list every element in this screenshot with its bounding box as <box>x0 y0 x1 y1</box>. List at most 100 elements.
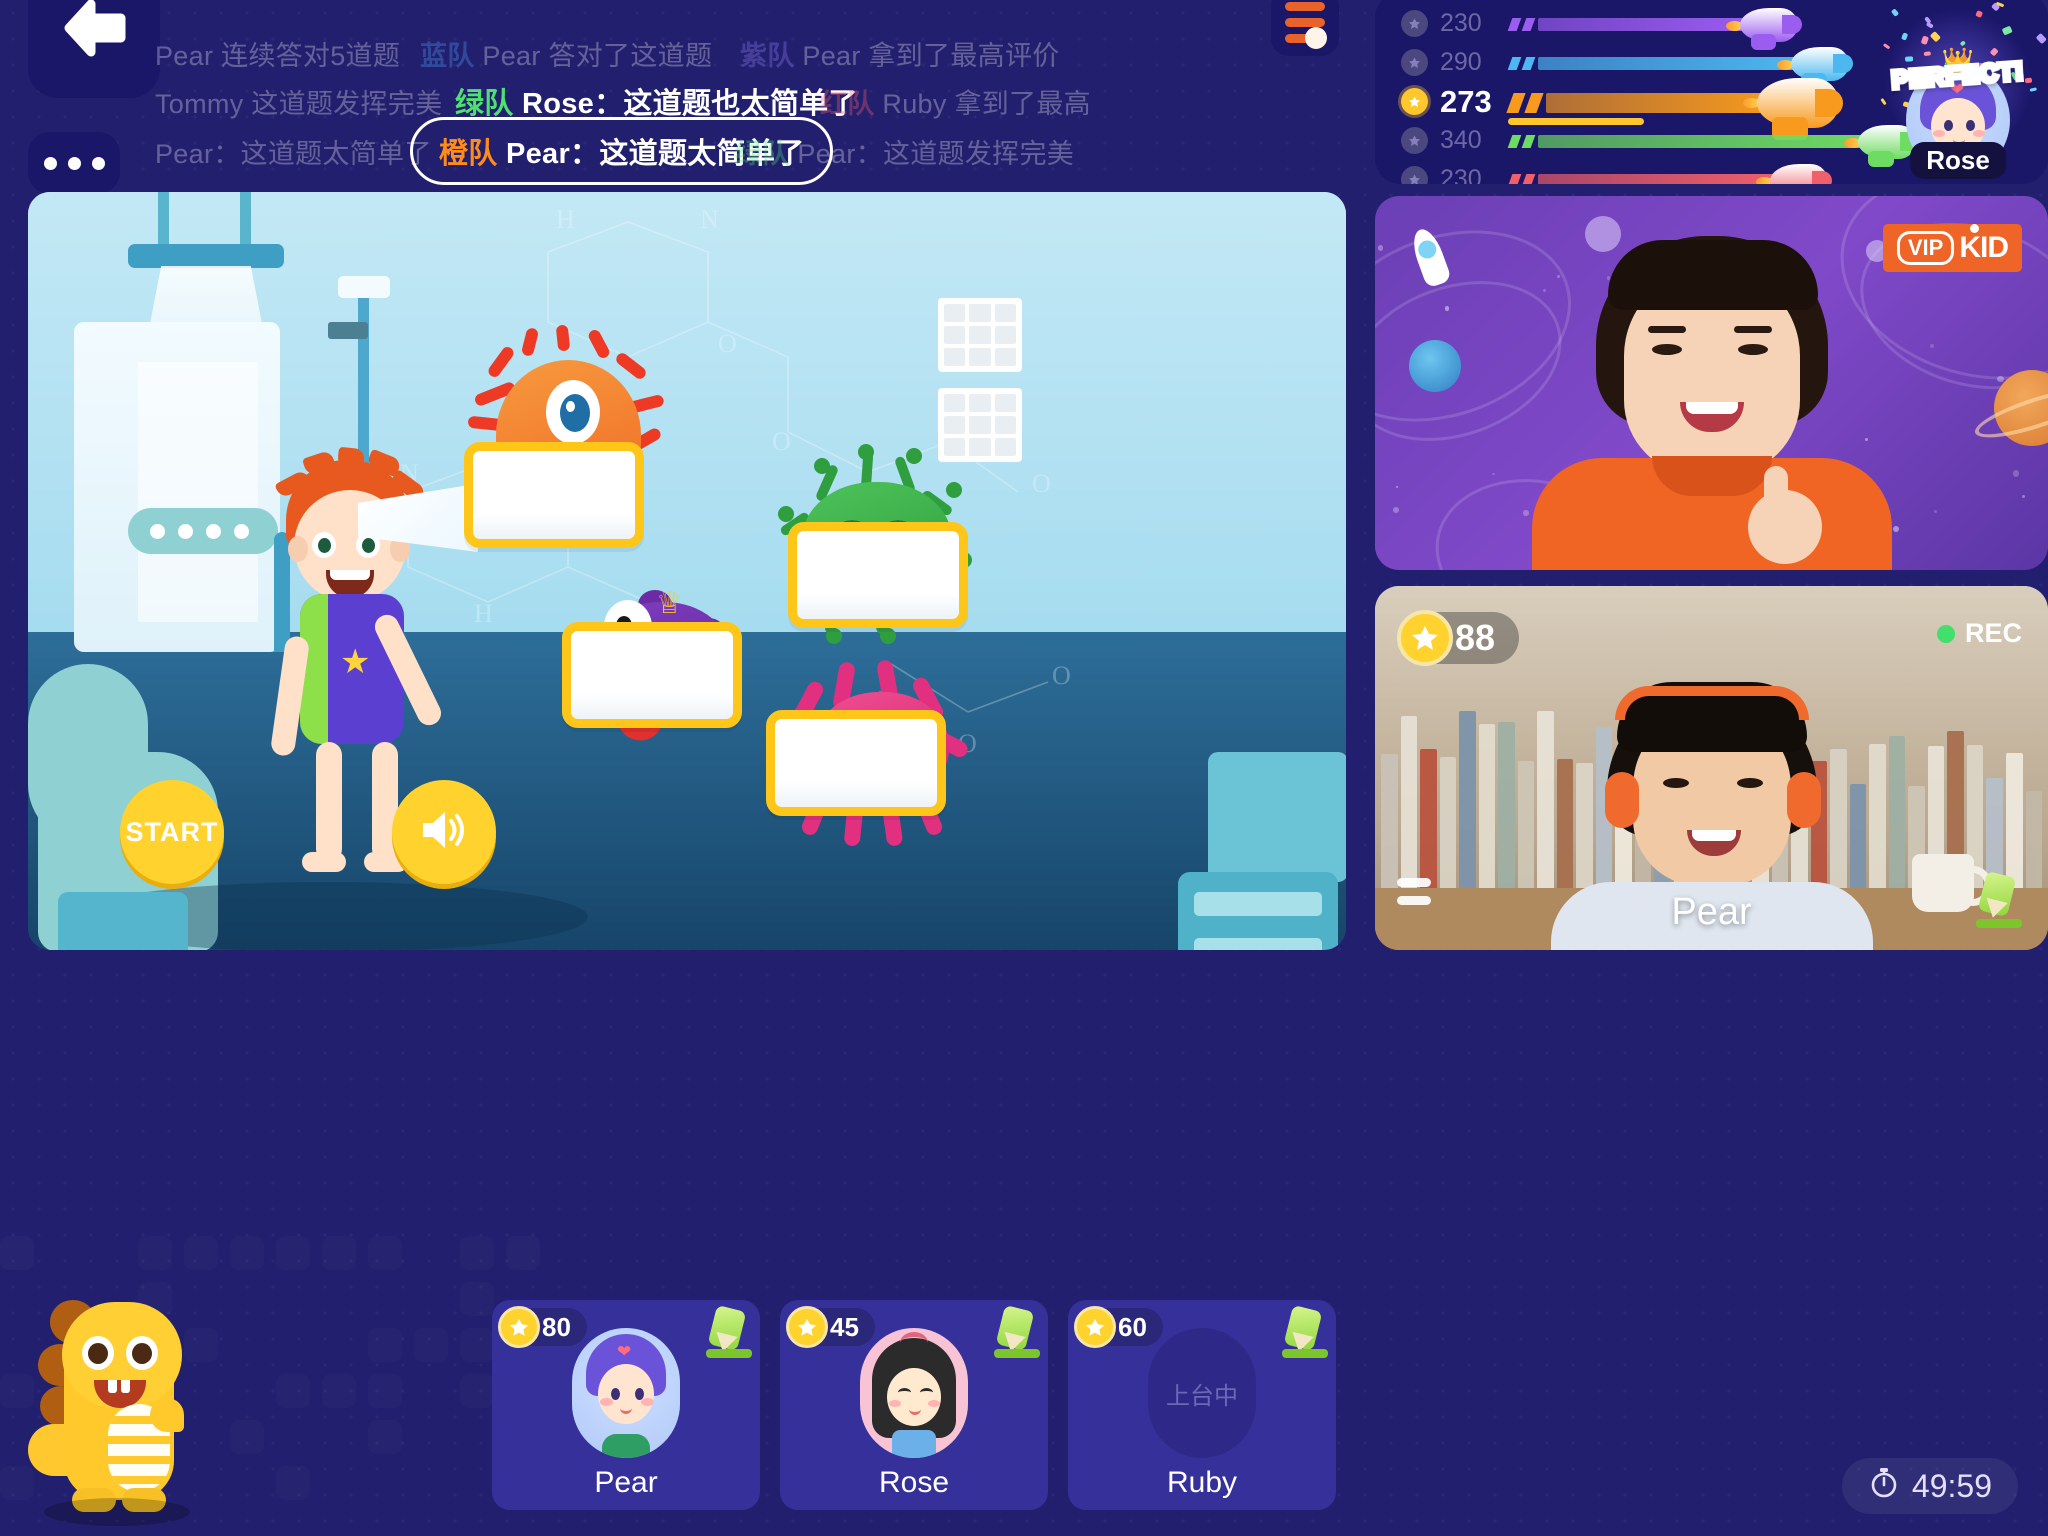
student-name: Ruby <box>1167 1466 1237 1500</box>
score-coin-icon <box>1401 88 1428 115</box>
ticker-message: 红队 Ruby 拿到了最高 <box>820 82 1091 121</box>
student-card-ruby[interactable]: 60 上台中 Ruby <box>1068 1300 1336 1510</box>
winner-badge: ❤ 👑 PERFECT! Rose <box>1878 2 2038 177</box>
message-ticker: Pear 连续答对5道题 蓝队 Pear 答对了这道题 紫队 Pear 拿到了最… <box>155 26 1370 188</box>
speaker-icon <box>417 803 471 862</box>
student-card-rose[interactable]: 45 Rose <box>780 1300 1048 1510</box>
student-star-badge: 88 <box>1399 612 1519 664</box>
score-coin-icon <box>1401 127 1428 154</box>
back-arrow-icon <box>61 0 127 65</box>
dino-mascot <box>22 1292 202 1522</box>
cabinet-left <box>58 892 188 950</box>
teacher-video-panel[interactable]: VIP KID <box>1375 196 2048 570</box>
score-coin-icon <box>1401 166 1428 184</box>
ticker-message-highlight: 绿队 Rose：这道题也太简单了 <box>455 80 858 122</box>
race-track <box>1510 48 1931 78</box>
race-rocket-icon <box>1740 8 1798 42</box>
pencil-icon[interactable] <box>1976 874 2022 930</box>
answer-card[interactable] <box>464 442 644 548</box>
earth-icon <box>1409 340 1461 392</box>
clinic-screen-inner <box>138 362 258 622</box>
timer-value: 49:59 <box>1912 1468 1992 1505</box>
ticker-message: Pear 连续答对5道题 <box>155 34 400 73</box>
cabinet-right-top <box>1208 752 1346 882</box>
recording-indicator: REC <box>1937 618 2022 649</box>
student-card-strip: 80 ❤ Pear 45 Rose 60 上台中 Ruby <box>492 1300 1336 1510</box>
race-score: 230 <box>1440 165 1500 184</box>
student-points-value: 45 <box>830 1312 859 1343</box>
waiting-label: 上台中 <box>1166 1376 1238 1411</box>
pencil-icon[interactable] <box>994 1308 1036 1360</box>
answer-card[interactable] <box>562 622 742 728</box>
vipkid-logo: VIP KID <box>1883 224 2022 272</box>
ceiling-pole <box>240 192 251 248</box>
start-button[interactable]: START <box>120 780 224 884</box>
ticker-message: Tommy 这道题发挥完美 <box>155 82 442 121</box>
star-icon <box>498 1306 540 1348</box>
more-dots-icon <box>68 157 81 170</box>
clinic-handle <box>128 508 278 554</box>
race-row: 290 <box>1401 43 1931 82</box>
wall-poster <box>938 298 1022 372</box>
pencil-icon[interactable] <box>706 1308 748 1360</box>
score-coin-icon <box>1401 10 1428 37</box>
sound-button[interactable] <box>392 780 496 884</box>
vipkid-logo-vip: VIP <box>1897 231 1954 265</box>
race-leaderboard-panel: 230 290 273 340 230 ❤ 👑 PERFECT! Rose <box>1375 0 2048 184</box>
vipkid-logo-kid: KID <box>1959 231 2008 265</box>
more-dots-icon <box>44 157 57 170</box>
race-row: 230 <box>1401 4 1931 43</box>
video-bars <box>1397 878 1431 914</box>
stopwatch-icon <box>1868 1466 1900 1506</box>
lesson-timer: 49:59 <box>1842 1458 2018 1514</box>
student-name: Pear <box>594 1466 657 1500</box>
star-icon <box>1397 610 1453 666</box>
rec-label: REC <box>1965 618 2022 649</box>
mug <box>1912 854 1974 912</box>
answer-card[interactable] <box>788 522 968 628</box>
race-rocket-icon <box>1791 47 1849 81</box>
ceiling-lamp <box>128 244 284 268</box>
rec-dot-icon <box>1937 625 1955 643</box>
game-stage[interactable]: HN OO NN HN HN OP OO ON <box>28 192 1346 950</box>
race-rocket-icon <box>1757 78 1839 128</box>
race-rocket-icon <box>1770 164 1828 185</box>
student-points: 45 <box>788 1308 875 1346</box>
message-row: Pear：这道题太简单了 橙队 Pear：这道题太简单了 绿队 Pear：这道题… <box>155 124 1370 178</box>
settings-toggle-icon[interactable] <box>1271 0 1339 56</box>
student-video-panel[interactable]: 88 REC Pear <box>1375 586 2048 950</box>
student-video-name: Pear <box>1671 891 1751 934</box>
more-dots-icon <box>92 157 105 170</box>
ceiling-pole <box>158 192 169 248</box>
top-bar: Pear 连续答对5道题 蓝队 Pear 答对了这道题 紫队 Pear 拿到了最… <box>0 0 1375 188</box>
race-track <box>1510 9 1931 39</box>
student-points-value: 80 <box>542 1312 571 1343</box>
race-rows: 230 290 273 340 230 <box>1401 4 1931 184</box>
back-button[interactable] <box>28 0 160 98</box>
student-card-pear[interactable]: 80 ❤ Pear <box>492 1300 760 1510</box>
iv-bag <box>338 276 390 298</box>
cabinet-right <box>1178 872 1338 950</box>
race-track <box>1510 126 1931 156</box>
score-coin-icon <box>1401 49 1428 76</box>
star-icon <box>1074 1306 1116 1348</box>
race-score: 230 <box>1440 9 1500 38</box>
ticker-message: 蓝队 Pear 答对了这道题 <box>420 34 712 73</box>
pencil-icon[interactable] <box>1282 1308 1324 1360</box>
more-options-button[interactable] <box>28 132 120 194</box>
answer-card[interactable] <box>766 710 946 816</box>
race-score: 340 <box>1440 126 1500 155</box>
iv-box <box>328 322 368 339</box>
student-star-count: 88 <box>1455 617 1495 659</box>
avatar: ❤ <box>572 1328 680 1458</box>
message-row: Pear 连续答对5道题 蓝队 Pear 答对了这道题 紫队 Pear 拿到了最… <box>155 26 1370 80</box>
race-row: 230 <box>1401 160 1931 184</box>
teacher-portrait <box>1512 240 1912 570</box>
student-points: 60 <box>1076 1308 1163 1346</box>
winner-name: Rose <box>1910 142 2006 179</box>
race-track <box>1510 87 1931 117</box>
student-points-value: 60 <box>1118 1312 1147 1343</box>
avatar <box>860 1328 968 1458</box>
race-row: 340 <box>1401 121 1931 160</box>
race-row: 273 <box>1401 82 1931 121</box>
